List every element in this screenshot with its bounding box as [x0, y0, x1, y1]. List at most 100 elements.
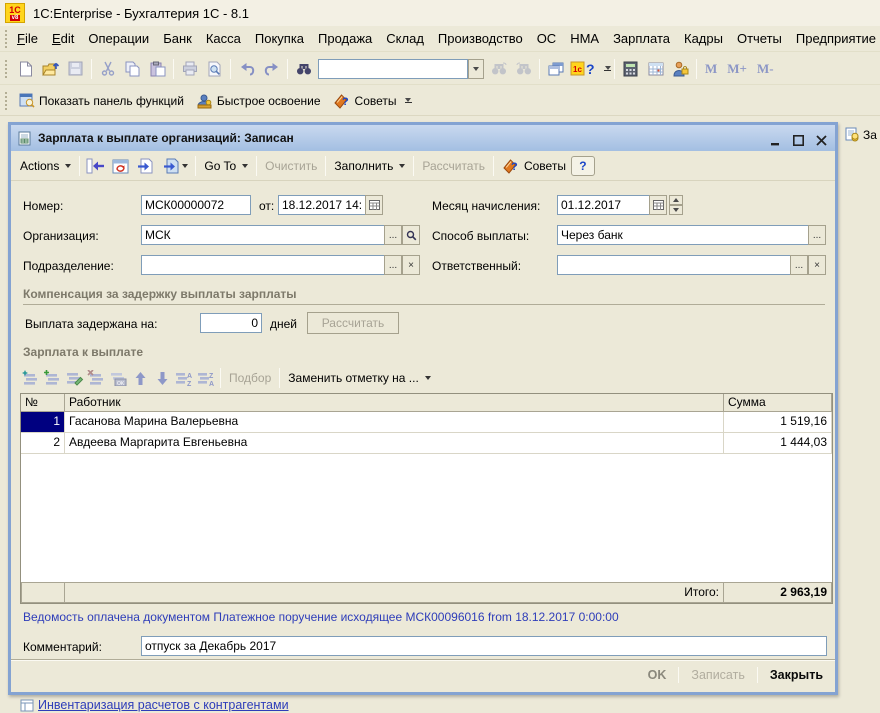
organization-field[interactable] [141, 225, 385, 245]
menu-file[interactable]: File [10, 28, 45, 49]
menu-warehouse[interactable]: Склад [379, 28, 431, 49]
menu-purchase[interactable]: Покупка [248, 28, 311, 49]
paste-icon[interactable] [145, 57, 170, 81]
sum-cell[interactable]: 1 444,03 [724, 433, 832, 454]
user-lock-icon[interactable] [668, 57, 693, 81]
row-number-cell[interactable]: 2 [21, 433, 65, 454]
help-1c-icon[interactable]: 1c? [568, 57, 602, 81]
minimize-button[interactable] [767, 131, 783, 146]
memory-subtract-button[interactable]: M- [752, 61, 779, 77]
toolbar-grip[interactable] [5, 92, 10, 110]
menu-cash[interactable]: Касса [199, 28, 248, 49]
save-icon[interactable] [63, 57, 88, 81]
toolbar-grip[interactable] [5, 30, 7, 48]
column-header-employee[interactable]: Работник [65, 394, 724, 412]
confirm-row-icon[interactable]: OK [107, 367, 129, 389]
accrual-month-field[interactable] [557, 195, 650, 215]
delay-days-field[interactable] [200, 313, 262, 333]
menu-enterprise[interactable]: Предприятие [789, 28, 880, 49]
insert-row-icon[interactable] [41, 367, 63, 389]
sort-asc-icon[interactable]: AZ [173, 367, 195, 389]
find-icon[interactable] [291, 57, 316, 81]
spinner-down-button[interactable] [669, 205, 683, 215]
paid-note-link[interactable]: Ведомость оплачена документом Платежное … [23, 610, 619, 624]
move-up-icon[interactable] [129, 367, 151, 389]
inventory-link[interactable]: Инвентаризация расчетов с контрагентами [38, 698, 289, 712]
table-row[interactable]: 1 Гасанова Марина Валерьевна 1 519,16 [21, 412, 832, 433]
pick-button[interactable]: Подбор [224, 371, 276, 385]
number-field[interactable] [141, 195, 251, 215]
table-row[interactable]: 2 Авдеева Маргарита Евгеньевна 1 444,03 [21, 433, 832, 454]
tips-button[interactable]: ? Советы [327, 91, 403, 111]
compensation-calculate-button[interactable]: Рассчитать [307, 312, 399, 334]
print-icon[interactable] [177, 57, 202, 81]
copy-icon[interactable] [120, 57, 145, 81]
redo-icon[interactable] [259, 57, 284, 81]
maximize-button[interactable] [790, 131, 806, 146]
windows-icon[interactable] [543, 57, 568, 81]
column-header-sum[interactable]: Сумма [724, 394, 832, 412]
organization-open-button[interactable] [402, 225, 420, 245]
search-dropdown-button[interactable] [468, 59, 484, 79]
toolbar-overflow-button[interactable] [405, 98, 412, 104]
comment-field[interactable] [141, 636, 827, 656]
go-to-menu-button[interactable]: Go To [199, 157, 253, 175]
spinner-up-button[interactable] [669, 195, 683, 205]
add-row-icon[interactable] [19, 367, 41, 389]
replace-mark-button[interactable]: Заменить отметку на ... [283, 371, 436, 385]
menu-edit[interactable]: Edit [45, 28, 81, 49]
memory-recall-button[interactable]: M [700, 61, 722, 77]
sum-cell[interactable]: 1 519,16 [724, 412, 832, 433]
new-document-icon[interactable] [13, 57, 38, 81]
close-dialog-button[interactable]: Закрыть [764, 665, 829, 685]
month-calendar-button[interactable] [649, 195, 667, 215]
employee-cell[interactable]: Авдеева Маргарита Евгеньевна [65, 433, 724, 454]
dialog-tips-button[interactable]: ? Советы [497, 156, 571, 176]
row-number-cell[interactable]: 1 [21, 412, 65, 433]
menu-bank[interactable]: Банк [156, 28, 199, 49]
department-field[interactable] [141, 255, 385, 275]
quick-learn-button[interactable]: Быстрое освоение [190, 91, 327, 111]
employee-cell[interactable]: Гасанова Марина Валерьевна [65, 412, 724, 433]
move-down-icon[interactable] [151, 367, 173, 389]
month-spinner[interactable] [669, 195, 683, 215]
menu-production[interactable]: Производство [431, 28, 530, 49]
refresh-icon[interactable] [108, 154, 133, 178]
date-field[interactable] [278, 195, 366, 215]
edit-row-icon[interactable] [63, 367, 85, 389]
write-button[interactable]: Записать [685, 665, 750, 685]
sort-desc-icon[interactable]: ZA [195, 367, 217, 389]
calendar-icon[interactable] [643, 57, 668, 81]
dialog-titlebar[interactable]: Зарплата к выплате организаций: Записан [11, 125, 835, 151]
open-icon[interactable] [38, 57, 63, 81]
find-next-icon[interactable] [486, 57, 511, 81]
ok-button[interactable]: OK [642, 665, 673, 685]
menu-sale[interactable]: Продажа [311, 28, 379, 49]
memory-add-button[interactable]: M+ [722, 61, 752, 77]
close-button[interactable] [813, 131, 829, 146]
cut-icon[interactable] [95, 57, 120, 81]
calculator-icon[interactable] [618, 57, 643, 81]
show-function-panel-button[interactable]: Показать панель функций [13, 91, 190, 110]
undo-icon[interactable] [234, 57, 259, 81]
toolbar-overflow-button[interactable] [604, 66, 611, 72]
department-clear-button[interactable]: × [402, 255, 420, 275]
fill-menu-button[interactable]: Заполнить [329, 157, 410, 175]
background-window-tab[interactable]: За [844, 127, 880, 142]
find-previous-icon[interactable] [511, 57, 536, 81]
menu-hr[interactable]: Кадры [677, 28, 730, 49]
pay-method-field[interactable] [557, 225, 809, 245]
responsible-clear-button[interactable]: × [808, 255, 826, 275]
actions-menu-button[interactable]: Actions [15, 157, 76, 175]
organization-select-button[interactable]: ... [384, 225, 402, 245]
copy-document-menu-icon[interactable] [158, 154, 192, 178]
delete-row-icon[interactable] [85, 367, 107, 389]
menu-os[interactable]: ОС [530, 28, 564, 49]
back-icon[interactable] [83, 154, 108, 178]
print-preview-icon[interactable] [202, 57, 227, 81]
department-select-button[interactable]: ... [384, 255, 402, 275]
column-header-num[interactable]: № [21, 394, 65, 412]
menu-nma[interactable]: НМА [563, 28, 606, 49]
copy-document-icon[interactable] [133, 154, 158, 178]
responsible-field[interactable] [557, 255, 791, 275]
